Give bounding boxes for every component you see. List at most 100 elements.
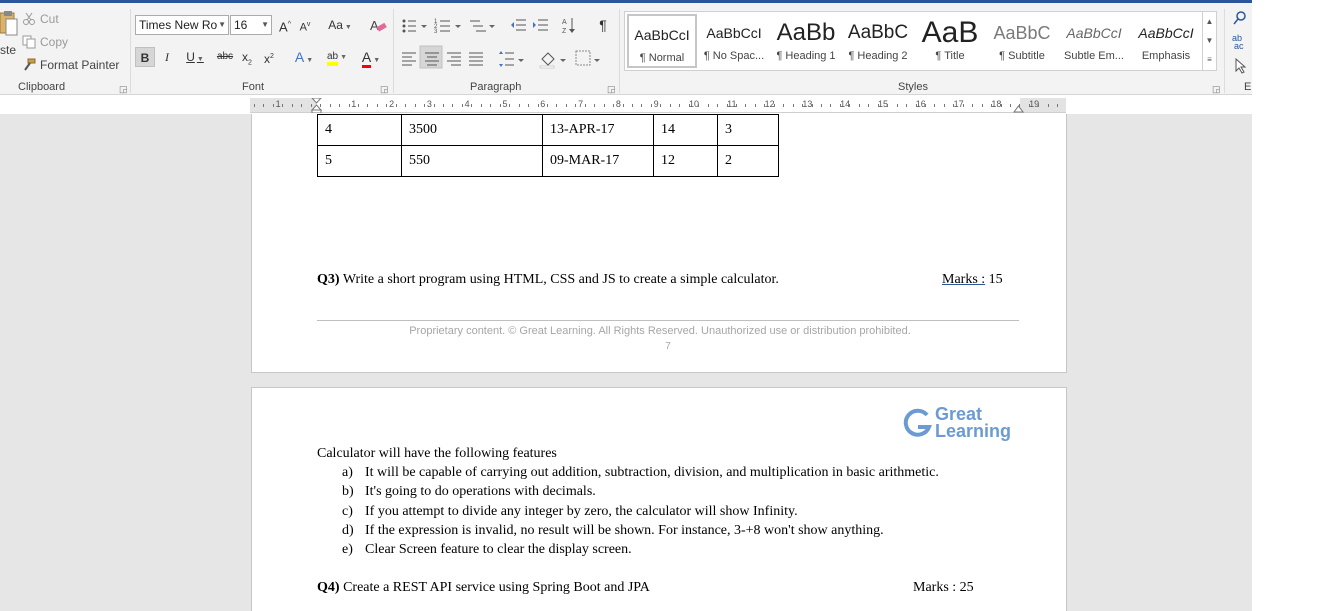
style-subtitle[interactable]: AaBbC ¶ Subtitle [987, 14, 1057, 68]
underline-button[interactable]: U ▼ [180, 47, 210, 67]
footer-divider [317, 320, 1019, 321]
replace-icon: abac [1232, 33, 1244, 51]
ruler-tick [754, 104, 756, 107]
ruler-tick [339, 104, 341, 107]
editing-icons[interactable]: abac [1232, 11, 1250, 75]
svg-text:A: A [562, 19, 567, 26]
superscript-button[interactable]: x2 [260, 47, 278, 67]
shrink-font-button[interactable]: Av [297, 15, 313, 35]
ruler-tick [707, 104, 709, 107]
table-cell: 4 [317, 114, 402, 146]
ruler-tick [934, 104, 936, 107]
table-cell: 09-MAR-17 [542, 145, 654, 177]
ruler-tick [565, 104, 567, 107]
table-cell: 5 [317, 145, 402, 177]
font-launcher-icon[interactable]: ◲ [380, 84, 389, 95]
ruler-tick [424, 104, 426, 107]
ruler-tick [405, 104, 407, 107]
paragraph-group-label: Paragraph [470, 81, 522, 93]
strikethrough-button[interactable]: abc [214, 47, 236, 67]
table-cell: 3 [717, 114, 779, 146]
svg-text:Z: Z [562, 28, 567, 35]
ruler-tick [433, 104, 435, 107]
ruler-number: 3 [426, 99, 432, 109]
table-cell: 12 [653, 145, 718, 177]
style-title[interactable]: AaB ¶ Title [915, 14, 985, 68]
list-item: e) Clear Screen feature to clear the disp… [342, 542, 939, 561]
right-blank-area [1252, 0, 1344, 611]
show-formatting-button[interactable]: ¶ [595, 15, 611, 35]
clipboard-launcher-icon[interactable]: ◲ [119, 84, 128, 95]
copy-icon [22, 35, 36, 49]
style-emphasis[interactable]: AaBbCcI Emphasis [1131, 14, 1201, 68]
ruler-tick [802, 104, 804, 107]
clear-formatting-icon[interactable]: A [369, 17, 387, 35]
ruler-tick [839, 104, 841, 107]
list-item: b) It's going to do operations with decim… [342, 484, 939, 503]
ruler-tick [254, 104, 255, 107]
format-painter-button[interactable]: Format Painter [22, 58, 119, 72]
subscript-button[interactable]: x2 [238, 47, 256, 67]
style-no-spacing[interactable]: AaBbCcI ¶ No Spac... [699, 14, 769, 68]
ruler-tick [792, 104, 794, 107]
ruler-tick [745, 104, 747, 107]
right-indent-marker-icon[interactable] [1013, 102, 1024, 113]
ruler-tick [896, 104, 898, 107]
styles-gallery-scroll[interactable]: ▲ ▼ ≡ [1202, 12, 1216, 70]
ruler-tick [603, 104, 605, 107]
italic-button[interactable]: I [158, 47, 176, 67]
style-normal[interactable]: AaBbCcI ¶ Normal [627, 14, 697, 68]
chevron-up-icon[interactable]: ▲ [1203, 12, 1216, 31]
page-number: 7 [665, 341, 671, 352]
document-page[interactable]: Great Learning Calculator will have the … [251, 387, 1067, 611]
font-color-label: A [361, 49, 372, 68]
font-color-button[interactable]: A ▼ [356, 47, 386, 68]
copy-button[interactable]: Copy [22, 35, 68, 49]
marks-value: 15 [988, 272, 1003, 287]
more-styles-icon[interactable]: ≡ [1203, 50, 1216, 69]
data-table: 4 3500 13-APR-17 14 3 5 550 09-MAR-17 12… [317, 114, 779, 177]
font-name-value: Times New Ro [139, 18, 218, 32]
style-heading-1[interactable]: AaBb ¶ Heading 1 [771, 14, 841, 68]
ruler-tick [906, 104, 908, 107]
ruler-tick [556, 104, 558, 107]
list-letter: d) [342, 522, 354, 538]
ruler-tick [575, 104, 577, 107]
change-case-button[interactable]: Aa ▼ [325, 15, 355, 35]
table-cell: 13-APR-17 [542, 114, 654, 146]
highlight-button[interactable]: ab ▼ [322, 47, 352, 67]
ruler-tick [1047, 104, 1049, 107]
question-3: Q3) Write a short program using HTML, CS… [317, 272, 779, 288]
style-heading-2[interactable]: AaBbC ¶ Heading 2 [843, 14, 913, 68]
table-cell: 2 [717, 145, 779, 177]
style-preview: AaBbCcI [1066, 25, 1122, 41]
indent-marker-icon[interactable] [311, 98, 322, 113]
paragraph-launcher-icon[interactable]: ◲ [607, 84, 616, 95]
document-area[interactable]: 4 3500 13-APR-17 14 3 5 550 09-MAR-17 12… [0, 114, 1252, 611]
select-icon [1235, 57, 1247, 74]
ruler-tick [887, 104, 889, 107]
ruler-tick [1057, 104, 1059, 107]
text-effects-button[interactable]: A ▼ [290, 47, 318, 67]
table-cell: 550 [401, 145, 543, 177]
ruler-tick [301, 104, 303, 107]
feature-list: a) It will be capable of carrying out add… [342, 465, 939, 561]
style-subtle-emphasis[interactable]: AaBbCcI Subtle Em... [1059, 14, 1129, 68]
horizontal-ruler[interactable]: 1 1 2 3 4 5 6 7 8 9 10 11 12 13 14 15 16 17 18 19 [250, 98, 1066, 113]
styles-launcher-icon[interactable]: ◲ [1212, 84, 1221, 95]
font-name-combo[interactable]: Times New Ro ▼ [135, 15, 229, 35]
ruler-tick [386, 104, 388, 107]
pilcrow-label: ¶ [599, 17, 607, 33]
cut-button[interactable]: Cut [22, 12, 59, 26]
chevron-down-icon[interactable]: ▼ [1203, 31, 1216, 50]
ruler-tick [679, 104, 681, 107]
grow-font-button[interactable]: A^ [277, 15, 293, 35]
ruler-tick [811, 104, 813, 107]
font-size-combo[interactable]: 16 ▼ [230, 15, 272, 35]
list-text: It's going to do operations with decimal… [365, 484, 596, 500]
ruler-tick [726, 104, 728, 107]
paste-button[interactable]: ste [0, 43, 16, 57]
list-item: c) If you attempt to divide any integer b… [342, 504, 939, 523]
bold-button[interactable]: B [135, 47, 155, 67]
document-page[interactable]: 4 3500 13-APR-17 14 3 5 550 09-MAR-17 12… [251, 114, 1067, 373]
